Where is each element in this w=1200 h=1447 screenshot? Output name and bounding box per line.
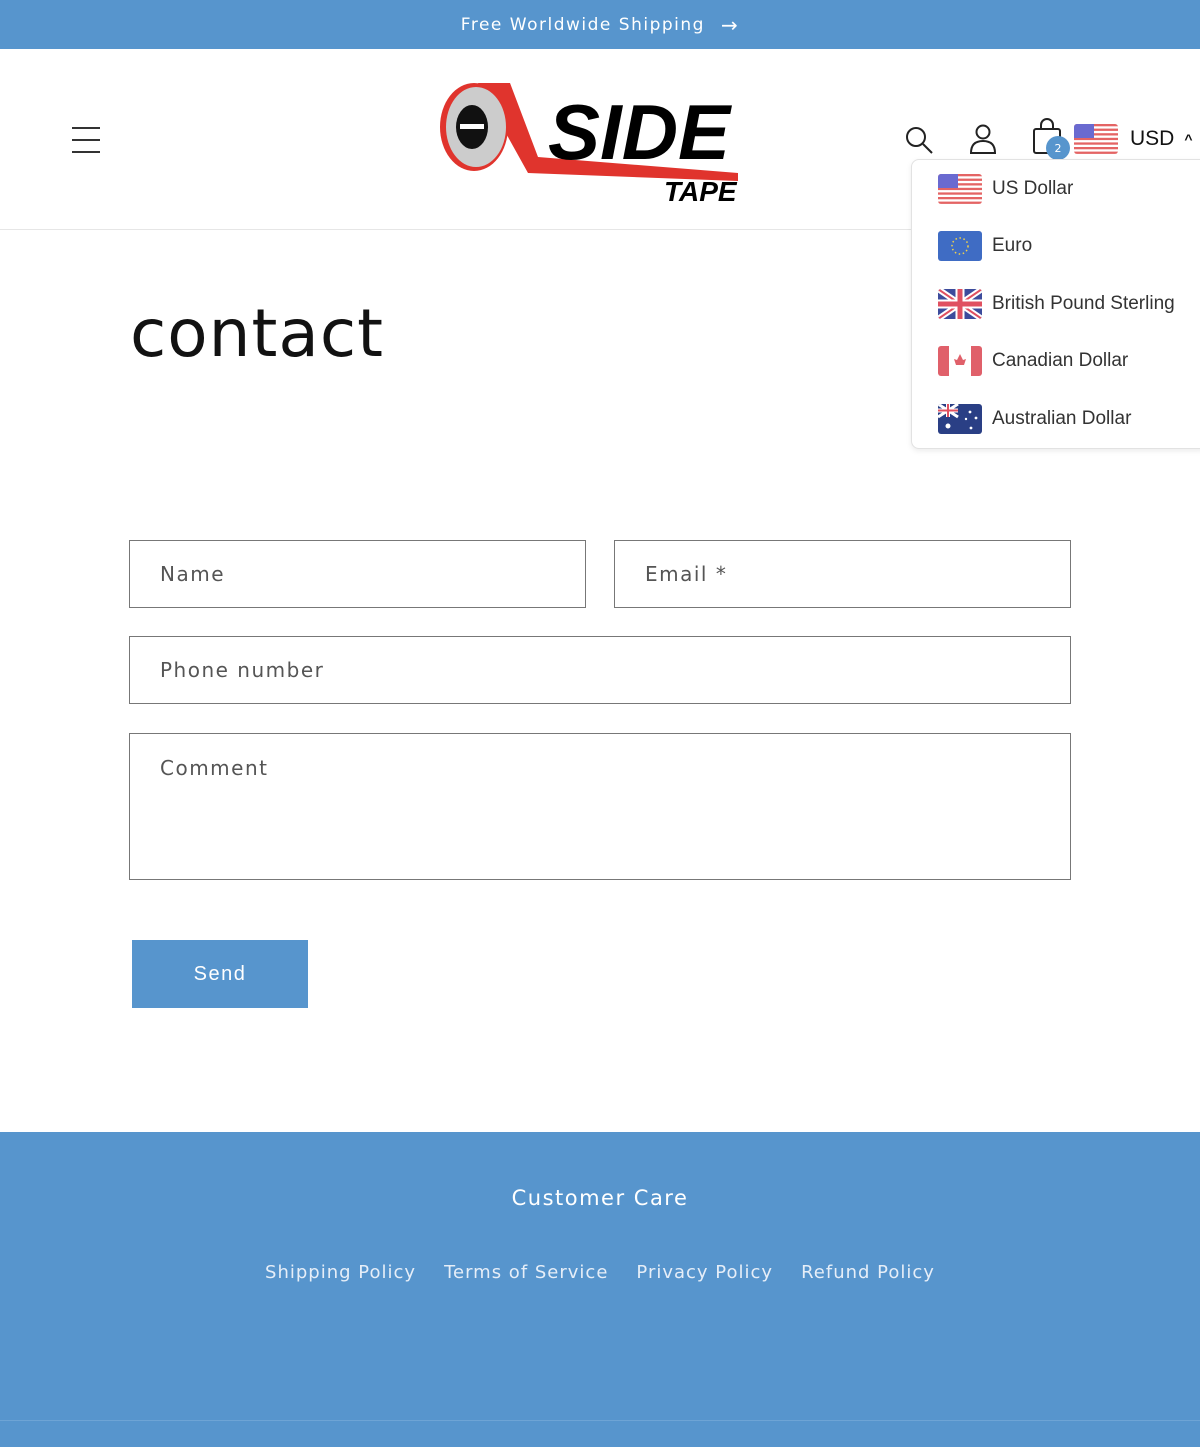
au-flag-icon	[938, 403, 982, 434]
logo-word-tape: TAPE	[664, 176, 738, 207]
footer-divider	[0, 1420, 1200, 1421]
currency-selector[interactable]: USD ^	[1074, 124, 1193, 154]
currency-option-eur[interactable]: Euro	[912, 218, 1200, 276]
announcement-text: Free Worldwide Shipping	[460, 14, 705, 35]
terms-of-service-link[interactable]: Terms of Service	[444, 1262, 608, 1283]
ca-flag-icon	[938, 346, 982, 377]
gb-flag-icon	[938, 288, 982, 319]
option-label: US Dollar	[992, 177, 1074, 199]
logo-word-side: SIDE	[548, 88, 732, 176]
currency-dropdown: US Dollar Euro British Pound Sterling Ca…	[911, 159, 1200, 449]
us-flag-icon	[1074, 124, 1118, 154]
currency-option-usd[interactable]: US Dollar	[912, 160, 1200, 218]
refund-policy-link[interactable]: Refund Policy	[801, 1262, 935, 1283]
comment-textarea[interactable]: Comment	[129, 733, 1071, 880]
option-label: Euro	[992, 235, 1033, 257]
eu-flag-icon	[938, 231, 982, 262]
menu-icon[interactable]	[72, 127, 100, 153]
us-flag-icon	[938, 173, 982, 204]
footer-heading: Customer Care	[511, 1186, 689, 1210]
send-button[interactable]: Send	[132, 940, 308, 1008]
currency-option-aud[interactable]: Australian Dollar	[912, 390, 1200, 448]
footer-links: Shipping Policy Terms of Service Privacy…	[0, 1262, 1200, 1283]
logo[interactable]: SIDE TAPE	[438, 77, 744, 207]
account-icon[interactable]	[968, 123, 998, 155]
name-input[interactable]: Name	[129, 540, 586, 608]
shipping-policy-link[interactable]: Shipping Policy	[265, 1262, 416, 1283]
arrow-right-icon: →	[720, 12, 740, 37]
announcement-bar[interactable]: Free Worldwide Shipping →	[0, 0, 1200, 49]
currency-option-gbp[interactable]: British Pound Sterling	[912, 275, 1200, 333]
search-icon[interactable]	[904, 125, 934, 155]
currency-option-cad[interactable]: Canadian Dollar	[912, 333, 1200, 391]
chevron-up-icon: ^	[1184, 131, 1193, 147]
privacy-policy-link[interactable]: Privacy Policy	[636, 1262, 773, 1283]
option-label: British Pound Sterling	[992, 292, 1175, 314]
currency-selected: USD	[1130, 127, 1175, 150]
page-title: contact	[130, 295, 384, 372]
email-input[interactable]: Email *	[614, 540, 1071, 608]
footer: Customer Care Shipping Policy Terms of S…	[0, 1132, 1200, 1447]
option-label: Australian Dollar	[992, 407, 1132, 429]
option-label: Canadian Dollar	[992, 350, 1129, 372]
phone-input[interactable]: Phone number	[129, 636, 1071, 704]
cart-count-badge: 2	[1046, 136, 1070, 160]
